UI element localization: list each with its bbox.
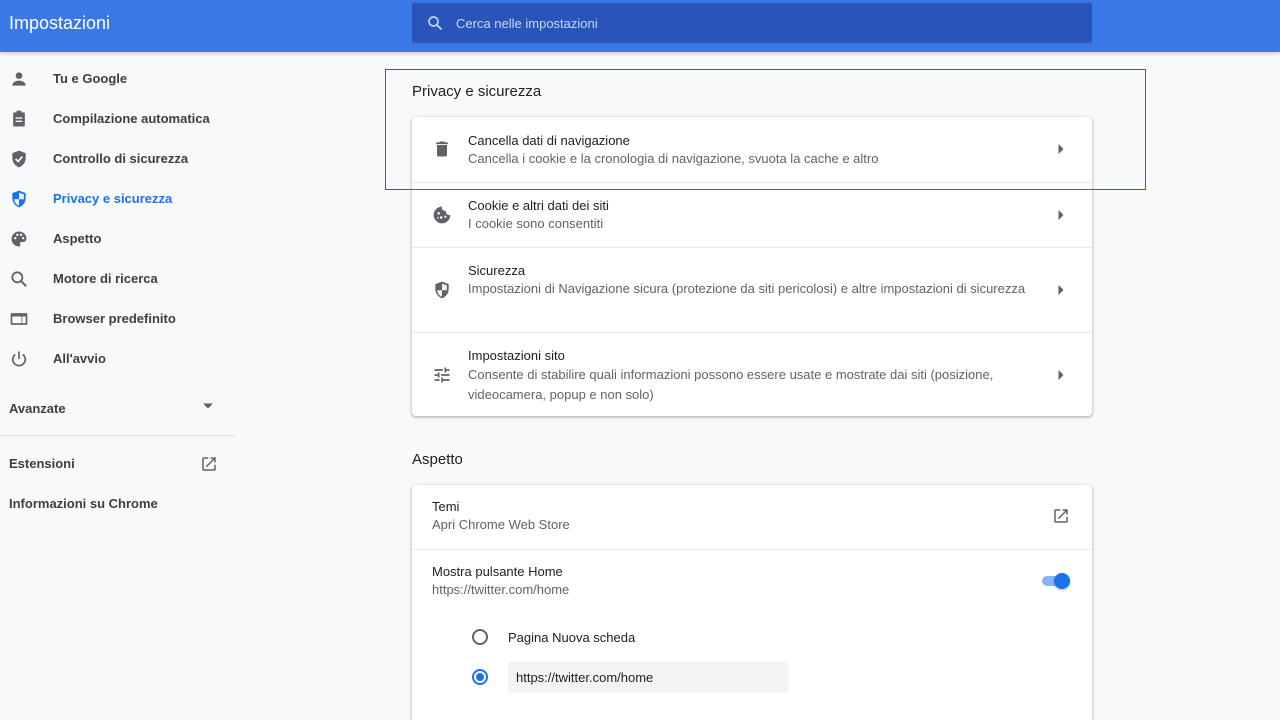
row-subtitle: https://twitter.com/home xyxy=(432,582,570,597)
sidebar-item-autofill[interactable]: Compilazione automatica xyxy=(0,99,240,139)
sidebar-item-label: Browser predefinito xyxy=(53,311,176,326)
shield-icon xyxy=(12,190,26,208)
person-icon xyxy=(12,72,26,86)
chevron-right-icon xyxy=(1058,370,1064,380)
row-title: Cookie e altri dati dei siti xyxy=(468,198,609,213)
radio-custom-url[interactable] xyxy=(472,669,488,685)
search-icon xyxy=(428,16,442,30)
row-subtitle: Impostazioni di Navigazione sicura (prot… xyxy=(468,281,1026,296)
row-subtitle: Cancella i cookie e la cronologia di nav… xyxy=(468,151,879,166)
row-subtitle: Consente di stabilire quali informazioni… xyxy=(468,367,994,402)
sidebar-item-label: All'avvio xyxy=(53,351,106,366)
search-box[interactable] xyxy=(412,3,1092,43)
shield-icon xyxy=(435,281,449,299)
home-button-toggle[interactable] xyxy=(1040,571,1072,591)
row-security[interactable]: Sicurezza Impostazioni di Navigazione si… xyxy=(412,247,1092,332)
top-bar: Impostazioni xyxy=(0,0,1280,52)
sidebar-item-label: Motore di ricerca xyxy=(53,271,158,286)
custom-url-input[interactable] xyxy=(508,661,789,693)
chevron-right-icon xyxy=(1058,285,1064,295)
trash-icon xyxy=(436,141,448,157)
sidebar-item-label: Aspetto xyxy=(53,231,102,246)
row-themes[interactable]: Temi Apri Chrome Web Store xyxy=(412,485,1092,549)
row-title: Mostra pulsante Home xyxy=(432,564,563,579)
sidebar-item-on-startup[interactable]: All'avvio xyxy=(0,339,240,379)
open-in-new-icon[interactable] xyxy=(1052,507,1070,525)
radio-new-tab[interactable] xyxy=(472,629,488,645)
sidebar-item-label: Tu e Google xyxy=(53,71,128,86)
search-input[interactable] xyxy=(456,3,1076,43)
sidebar-item-appearance[interactable]: Aspetto xyxy=(0,219,240,259)
toggle-knob xyxy=(1054,573,1070,589)
cookie-icon xyxy=(433,206,451,224)
sidebar-item-about[interactable]: Informazioni su Chrome xyxy=(0,484,240,524)
sidebar-advanced-toggle[interactable]: Avanzate xyxy=(0,387,240,427)
sidebar-item-privacy[interactable]: Privacy e sicurezza xyxy=(0,179,240,219)
row-subtitle: Apri Chrome Web Store xyxy=(432,517,570,532)
extensions-label: Estensioni xyxy=(9,456,75,471)
sidebar-divider xyxy=(0,435,235,436)
row-title: Sicurezza xyxy=(468,263,526,278)
sidebar-item-search-engine[interactable]: Motore di ricerca xyxy=(0,259,240,299)
search-icon xyxy=(11,271,27,287)
chevron-down-icon xyxy=(203,403,213,409)
clipboard-icon xyxy=(13,110,25,127)
open-in-new-icon xyxy=(202,457,216,471)
privacy-card: Cancella dati di navigazione Cancella i … xyxy=(412,117,1092,416)
sidebar-item-label: Controllo di sicurezza xyxy=(53,151,189,166)
sidebar-item-default-browser[interactable]: Browser predefinito xyxy=(0,299,240,339)
row-title: Impostazioni sito xyxy=(468,348,565,363)
section-title-privacy: Privacy e sicurezza xyxy=(412,83,542,100)
row-cookies[interactable]: Cookie e altri dati dei siti I cookie so… xyxy=(412,182,1092,247)
sidebar-item-label: Compilazione automatica xyxy=(53,111,210,126)
chevron-right-icon xyxy=(1058,210,1064,220)
shield-check-icon xyxy=(12,150,26,168)
sidebar-item-extensions[interactable]: Estensioni xyxy=(0,444,240,484)
chevron-right-icon xyxy=(1058,144,1064,154)
row-site-settings[interactable]: Impostazioni sito Consente di stabilire … xyxy=(412,332,1092,416)
row-title: Temi xyxy=(432,499,460,514)
row-title: Cancella dati di navigazione xyxy=(468,133,630,148)
row-clear-browsing-data[interactable]: Cancella dati di navigazione Cancella i … xyxy=(412,117,1092,182)
power-icon xyxy=(11,351,27,367)
browser-icon xyxy=(10,313,28,325)
appearance-card: Temi Apri Chrome Web Store Mostra pulsan… xyxy=(412,485,1092,720)
tune-icon xyxy=(434,367,450,383)
advanced-label: Avanzate xyxy=(9,401,66,416)
sidebar-item-safety-check[interactable]: Controllo di sicurezza xyxy=(0,139,240,179)
row-subtitle: I cookie sono consentiti xyxy=(468,216,604,231)
about-label: Informazioni su Chrome xyxy=(9,496,158,511)
page-title: Impostazioni xyxy=(9,13,111,33)
palette-icon xyxy=(11,231,27,247)
row-home-button: Mostra pulsante Home https://twitter.com… xyxy=(412,549,1092,720)
sidebar-item-label: Privacy e sicurezza xyxy=(53,191,173,206)
sidebar: Tu e Google Compilazione automatica Cont… xyxy=(0,52,240,720)
radio-new-tab-label: Pagina Nuova scheda xyxy=(508,630,636,645)
sidebar-item-you-and-google[interactable]: Tu e Google xyxy=(0,59,240,99)
section-title-appearance: Aspetto xyxy=(412,451,463,468)
